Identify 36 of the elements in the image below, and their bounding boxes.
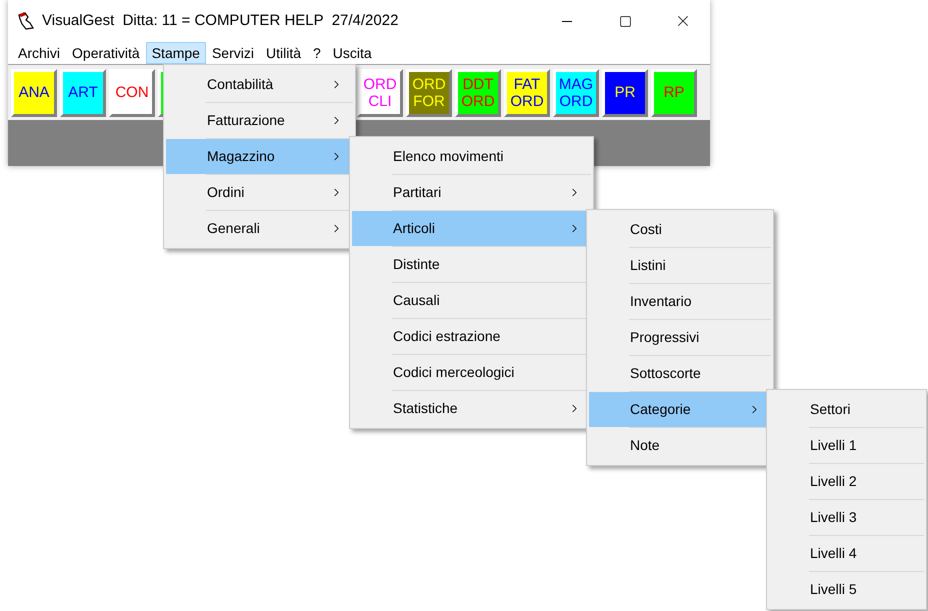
- menu-item[interactable]: Partitari: [352, 175, 591, 210]
- toolbar-button[interactable]: CON: [109, 68, 155, 116]
- menu-item[interactable]: Livelli 3: [769, 500, 924, 535]
- maximize-icon: [618, 14, 632, 28]
- menubar-item[interactable]: Servizi: [206, 42, 260, 64]
- menu-item[interactable]: Livelli 1: [769, 428, 924, 463]
- toolbar-button[interactable]: ART: [60, 68, 106, 116]
- menu-item[interactable]: Elenco movimenti: [352, 139, 591, 174]
- menubar-item[interactable]: Archivi: [12, 42, 66, 64]
- toolbar-button[interactable]: FAT ORD: [504, 68, 550, 116]
- toolbar-button[interactable]: ORD FOR: [406, 68, 452, 116]
- menu-item[interactable]: Costi: [589, 212, 771, 247]
- menubar-item[interactable]: Operatività: [66, 42, 146, 64]
- menu-item[interactable]: Settori: [769, 392, 924, 427]
- menu-item[interactable]: Progressivi: [589, 320, 771, 355]
- toolbar-button[interactable]: PR: [602, 68, 648, 116]
- toolbar-button[interactable]: ANA: [11, 68, 57, 116]
- menubar-item[interactable]: Stampe: [146, 42, 206, 64]
- menu-item[interactable]: Generali: [166, 211, 353, 246]
- menubar-item[interactable]: ?: [307, 42, 327, 64]
- menu-item[interactable]: Livelli 5: [769, 572, 924, 607]
- menu-item[interactable]: Statistiche: [352, 391, 591, 426]
- menu-item[interactable]: Livelli 4: [769, 536, 924, 571]
- menu-item[interactable]: Listini: [589, 248, 771, 283]
- menu-item[interactable]: Inventario: [589, 284, 771, 319]
- menu-item[interactable]: Contabilità: [166, 67, 353, 102]
- toolbar-button[interactable]: MAG ORD: [553, 68, 599, 116]
- menu-item[interactable]: Livelli 2: [769, 464, 924, 499]
- menu-item[interactable]: Sottoscorte: [589, 356, 771, 391]
- menu-item[interactable]: Fatturazione: [166, 103, 353, 138]
- app-logo-icon: [16, 11, 36, 31]
- minimize-icon: [562, 20, 572, 22]
- menubar-item[interactable]: Utilità: [260, 42, 307, 64]
- menu-item[interactable]: Ordini: [166, 175, 353, 210]
- menubar-item[interactable]: Uscita: [326, 42, 378, 64]
- window-title: VisualGest Ditta: 11 = COMPUTER HELP 27/4/2022: [42, 10, 398, 31]
